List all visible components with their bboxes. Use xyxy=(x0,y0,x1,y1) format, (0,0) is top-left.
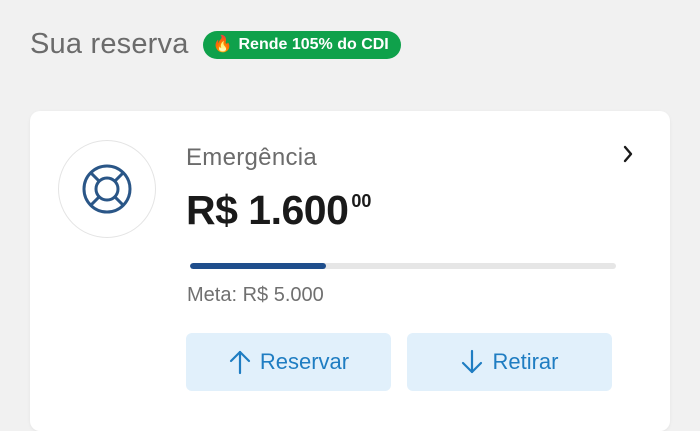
yield-badge: 🔥 Rende 105% do CDI xyxy=(202,30,401,59)
section-title: Sua reserva xyxy=(30,28,189,60)
reserve-button[interactable]: Reservar xyxy=(186,333,391,391)
goal-label: Meta: R$ 5.000 xyxy=(187,284,324,306)
amount-value: R$ 1.600 xyxy=(186,187,349,233)
reserve-title: Emergência xyxy=(186,144,318,171)
withdraw-button[interactable]: Retirar xyxy=(407,333,612,391)
section-header: Sua reserva 🔥 Rende 105% do CDI xyxy=(30,28,401,61)
lifebuoy-icon xyxy=(82,164,132,214)
amount-cents: 00 xyxy=(351,191,372,211)
withdraw-button-label: Retirar xyxy=(492,349,559,374)
goal-progress-bar xyxy=(190,263,616,269)
reserve-card[interactable]: Emergência R$ 1.600 00 Meta: R$ 5.000 Re… xyxy=(30,111,670,431)
yield-badge-label: Rende 105% do CDI xyxy=(238,35,389,53)
arrow-up-icon xyxy=(229,350,250,375)
fire-icon: 🔥 xyxy=(212,35,233,53)
reserve-amount: R$ 1.600 00 xyxy=(186,185,371,235)
chevron-right-icon[interactable] xyxy=(618,142,638,166)
goal-progress-fill xyxy=(190,263,327,269)
reserve-icon-container xyxy=(58,140,156,238)
reserve-button-label: Reservar xyxy=(259,349,350,374)
arrow-down-icon xyxy=(462,349,483,374)
